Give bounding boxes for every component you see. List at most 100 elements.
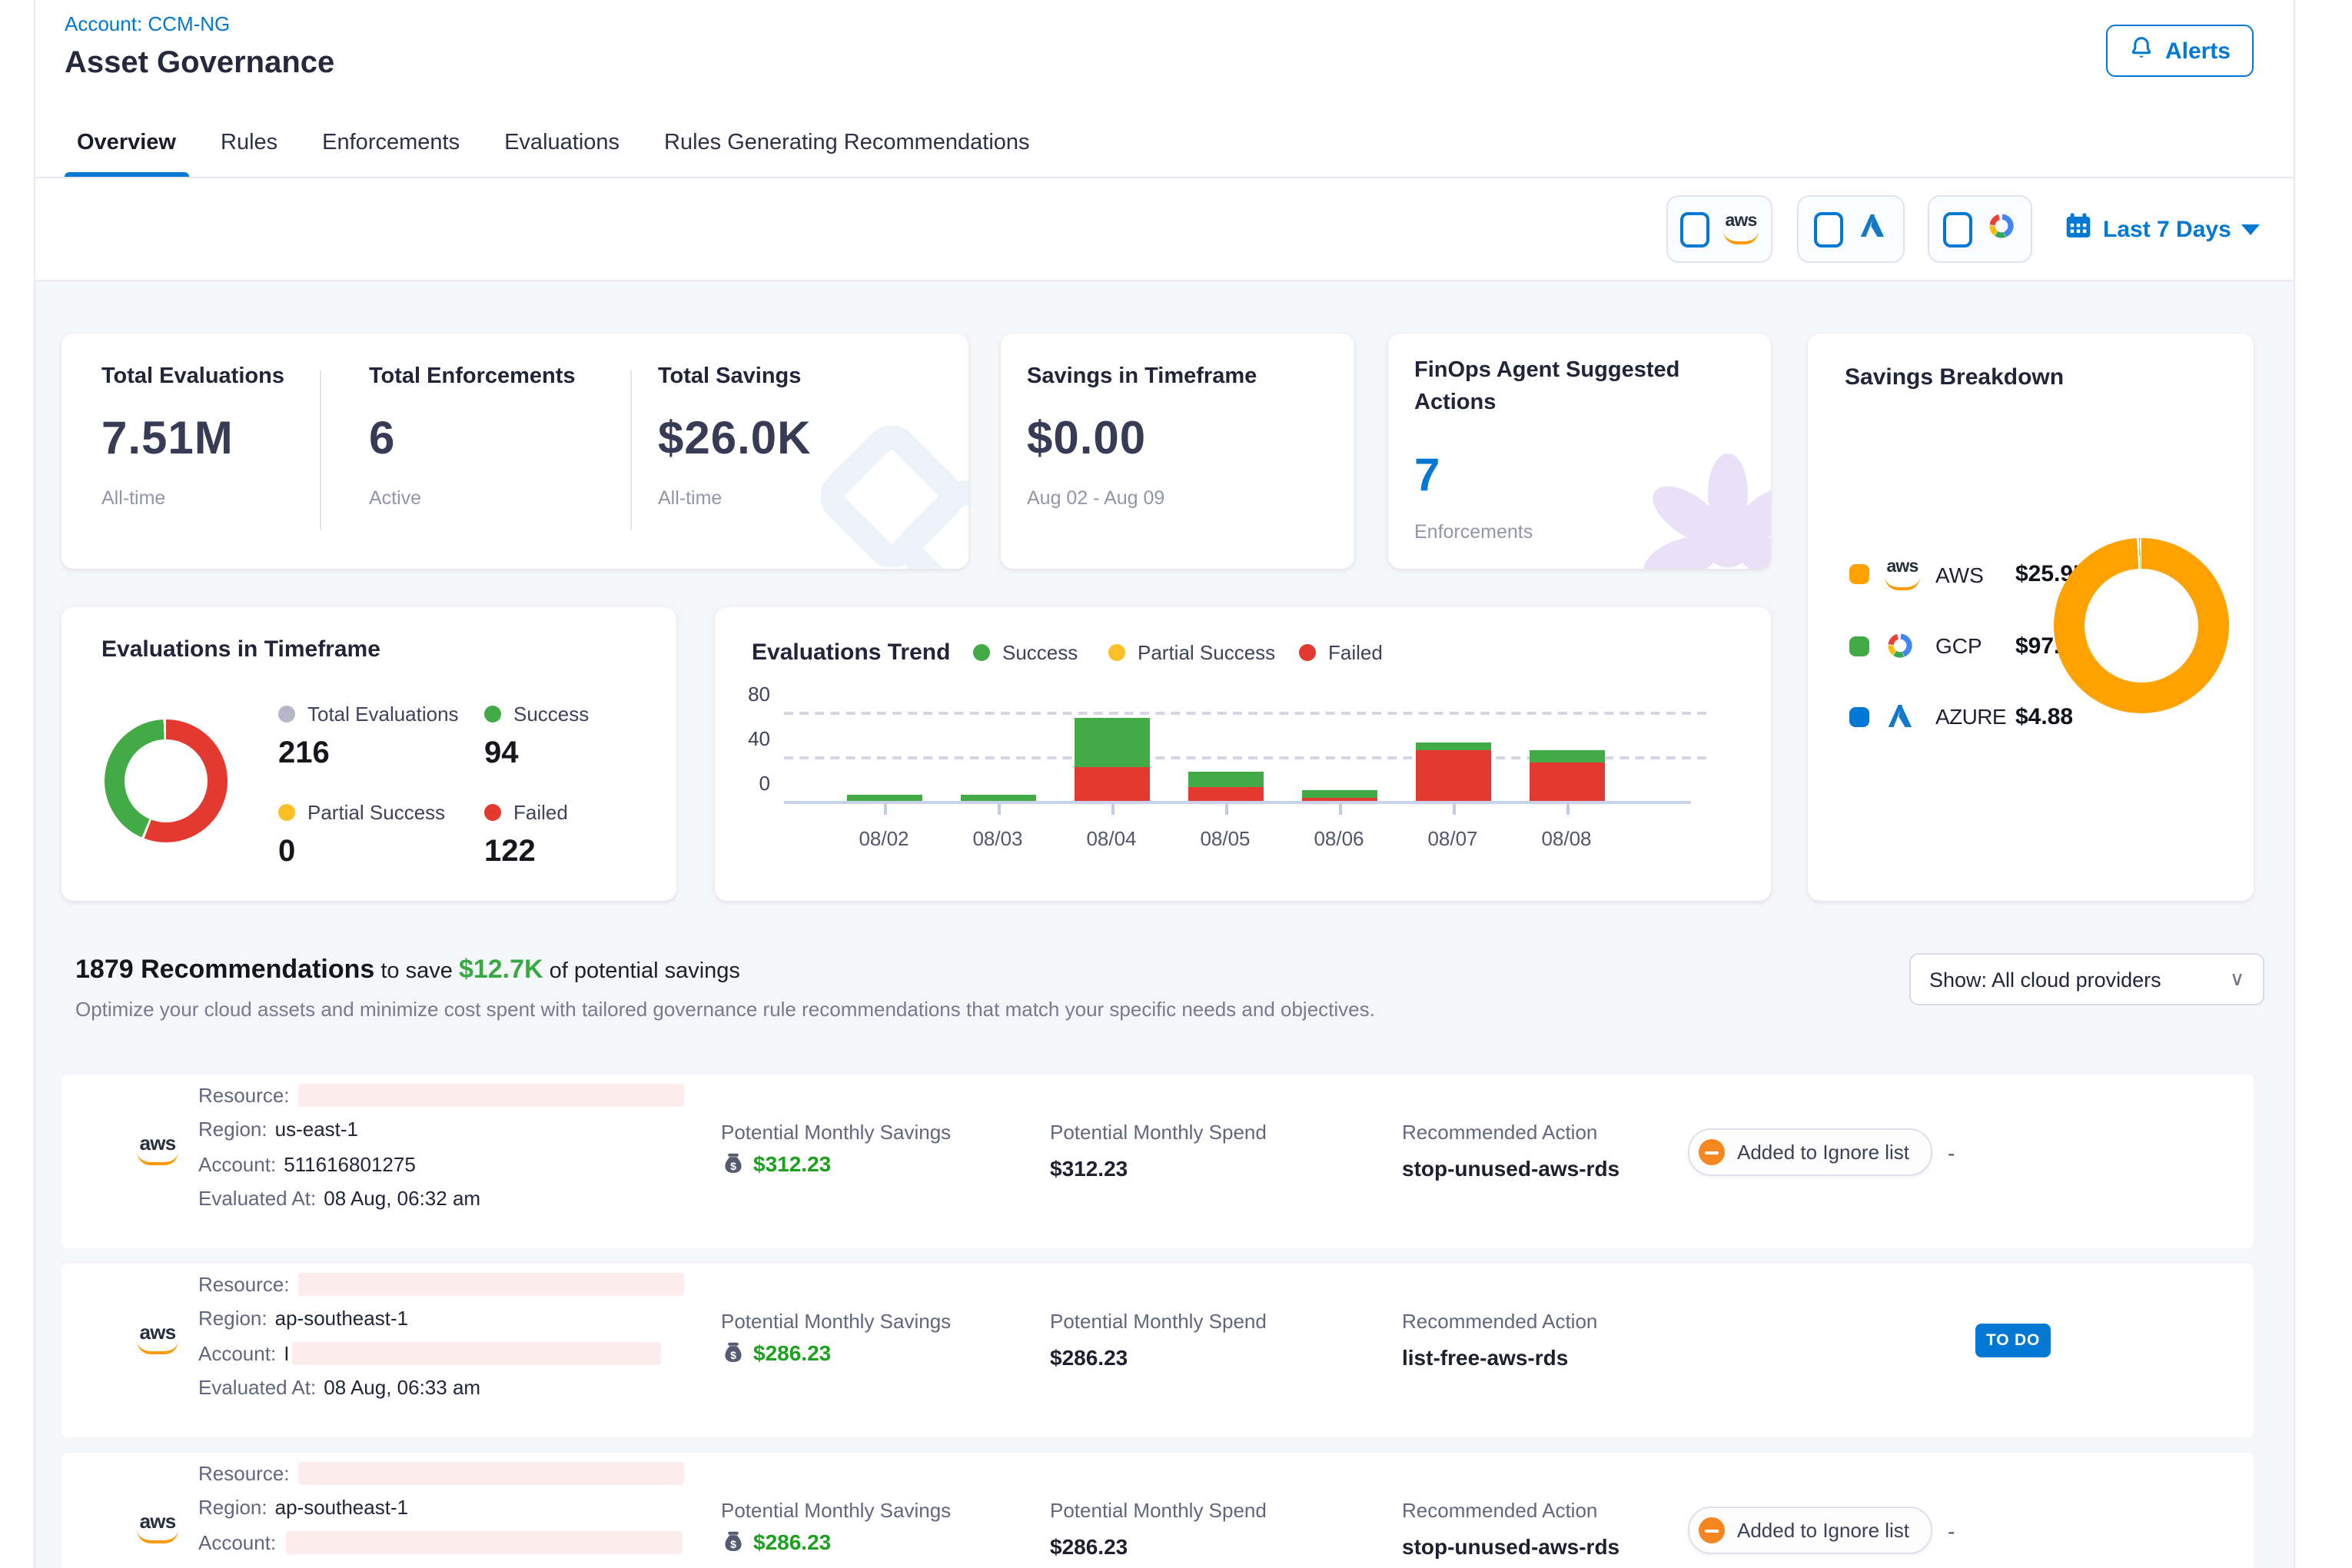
money-bag-icon: $	[721, 1530, 746, 1554]
page-header: Account: CCM-NG Asset Governance Alerts	[35, 0, 2352, 109]
gcp-logo	[1986, 210, 2017, 248]
added-to-ignore-list-badge[interactable]: Added to Ignore list	[1688, 1507, 1932, 1554]
breakdown-row-gcp: GCP $97.19	[1849, 630, 2086, 661]
failed-count: 122	[484, 835, 536, 870]
page-title: Asset Governance	[65, 46, 334, 81]
azure-checkbox[interactable]	[1814, 211, 1843, 247]
alerts-button[interactable]: Alerts	[2107, 25, 2254, 77]
svg-text:$: $	[730, 1538, 736, 1550]
savings-timeframe-value: $0.00	[1027, 414, 1146, 466]
spend-column-label: Potential Monthly Spend	[1050, 1310, 1267, 1333]
resource-details: Resource: Region:ap-southeast-1 Account:…	[198, 1460, 685, 1568]
trailing-dash: -	[1948, 1141, 1955, 1165]
tab-rules-generating-recommendations[interactable]: Rules Generating Recommendations	[652, 108, 1042, 177]
legend-failed: Failed	[484, 801, 568, 824]
recommendation-row[interactable]: aws Resource: Region:ap-southeast-1 Acco…	[61, 1264, 2254, 1437]
savings-breakdown-card: Savings Breakdown aws AWS $25.9K GC	[1808, 334, 2254, 901]
x-axis-label: 08/02	[827, 827, 941, 850]
total-evaluations-label: Total Evaluations	[101, 364, 284, 389]
savings-value: $ $312.23	[721, 1151, 831, 1176]
tab-overview[interactable]: Overview	[65, 108, 188, 177]
bell-icon	[2130, 35, 2154, 66]
todo-status-badge[interactable]: TO DO	[1975, 1324, 2051, 1357]
azure-logo	[1885, 701, 1920, 732]
recommended-action-value: stop-unused-aws-rds	[1402, 1156, 1619, 1181]
breakdown-provider-name: AWS	[1935, 563, 2000, 587]
legend-label: Partial Success	[307, 801, 445, 824]
total-enforcements-label: Total Enforcements	[369, 364, 576, 389]
minus-circle-icon	[1699, 1139, 1725, 1165]
bar-segment	[1415, 751, 1490, 801]
finops-value: 7	[1414, 450, 1440, 503]
spend-value: $312.23	[1050, 1156, 1128, 1181]
scrollbar-track[interactable]	[2294, 0, 2352, 1568]
bar-segment	[846, 796, 922, 801]
savings-timeframe-label: Savings in Timeframe	[1027, 364, 1257, 389]
aws-logo: aws	[137, 1511, 178, 1543]
money-bag-icon: $	[721, 1340, 746, 1365]
partial-success-count: 0	[278, 835, 295, 870]
recommendation-row[interactable]: aws Resource: Region:ap-southeast-1 Acco…	[61, 1453, 2254, 1568]
savings-column-label: Potential Monthly Savings	[721, 1499, 951, 1522]
added-to-ignore-list-badge[interactable]: Added to Ignore list	[1688, 1128, 1932, 1176]
asset-governance-page: Account: CCM-NG Asset Governance Alerts …	[0, 0, 2352, 1568]
recommendation-row[interactable]: aws Resource: Region:us-east-1 Account:5…	[61, 1075, 2254, 1248]
x-axis-label: 08/05	[1168, 827, 1282, 850]
redacted-resource	[299, 1083, 685, 1106]
x-axis-label: 08/07	[1396, 827, 1510, 850]
bar-segment	[1301, 798, 1377, 801]
tab-evaluations[interactable]: Evaluations	[492, 108, 632, 177]
legend-label: Failed	[513, 801, 568, 824]
y-axis-tick-80: 80	[727, 683, 770, 706]
aws-logo: aws	[137, 1133, 178, 1165]
date-range-picker[interactable]: Last 7 Days	[2065, 178, 2261, 280]
bar-segment	[1188, 788, 1263, 801]
trend-bar-group: 08/05	[1168, 693, 1282, 801]
evaluations-timeframe-card: Evaluations in Timeframe Total Evaluatio…	[61, 607, 676, 901]
partial-success-dot	[1108, 644, 1125, 661]
action-column-label: Recommended Action	[1402, 1310, 1597, 1333]
account-breadcrumb-link[interactable]: Account: CCM-NG	[65, 12, 230, 35]
filter-provider-gcp[interactable]	[1928, 195, 2032, 263]
svg-text:$: $	[730, 1160, 736, 1172]
azure-color-swatch	[1849, 706, 1869, 726]
filter-provider-aws[interactable]: aws	[1666, 195, 1772, 263]
gcp-color-swatch	[1849, 636, 1869, 656]
total-evaluations-value: 7.51M	[101, 414, 234, 466]
evaluations-donut-chart	[105, 719, 228, 842]
legend-partial-success: Partial Success	[278, 801, 445, 824]
aws-color-swatch	[1849, 565, 1869, 585]
bar-segment	[1074, 768, 1149, 802]
action-column-label: Recommended Action	[1402, 1499, 1597, 1522]
gcp-logo	[1885, 630, 1920, 661]
filter-provider-azure[interactable]	[1797, 195, 1905, 263]
gcp-checkbox[interactable]	[1943, 211, 1972, 247]
success-count: 94	[484, 736, 519, 772]
minus-circle-icon	[1699, 1517, 1725, 1543]
evaluations-trend-card: Evaluations Trend Success Partial Succes…	[715, 607, 1771, 901]
tab-enforcements[interactable]: Enforcements	[310, 108, 472, 177]
tab-bar: Overview Rules Enforcements Evaluations …	[35, 108, 2352, 178]
aws-logo: aws	[1723, 214, 1759, 244]
left-nav-edge	[0, 0, 35, 1568]
partial-success-dot	[278, 804, 295, 821]
action-column-label: Recommended Action	[1402, 1121, 1597, 1144]
x-axis-label: 08/08	[1510, 827, 1623, 850]
cloud-provider-filter-dropdown[interactable]: Show: All cloud providers ∨	[1909, 953, 2264, 1005]
recommended-action-value: list-free-aws-rds	[1402, 1345, 1568, 1370]
svg-text:$: $	[730, 1349, 736, 1361]
savings-breakdown-donut-chart	[2054, 538, 2229, 713]
total-savings-label: Total Savings	[658, 364, 801, 389]
tab-rules[interactable]: Rules	[208, 108, 290, 177]
total-evaluations-dot	[278, 706, 295, 723]
evaluations-trend-bar-chart: 08/0208/0308/0408/0508/0608/0708/08	[784, 693, 1691, 804]
aws-checkbox[interactable]	[1680, 211, 1709, 247]
legend-total-evaluations: Total Evaluations	[278, 703, 459, 726]
spend-value: $286.23	[1050, 1345, 1128, 1370]
evaluations-trend-title: Evaluations Trend	[752, 639, 950, 666]
legend-label: Failed	[1328, 641, 1383, 664]
calendar-icon	[2065, 211, 2092, 247]
filter-bar: aws Last 7 Days	[35, 178, 2352, 281]
resource-details: Resource: Region:ap-southeast-1 Account:…	[198, 1271, 685, 1410]
redacted-account	[292, 1341, 661, 1364]
